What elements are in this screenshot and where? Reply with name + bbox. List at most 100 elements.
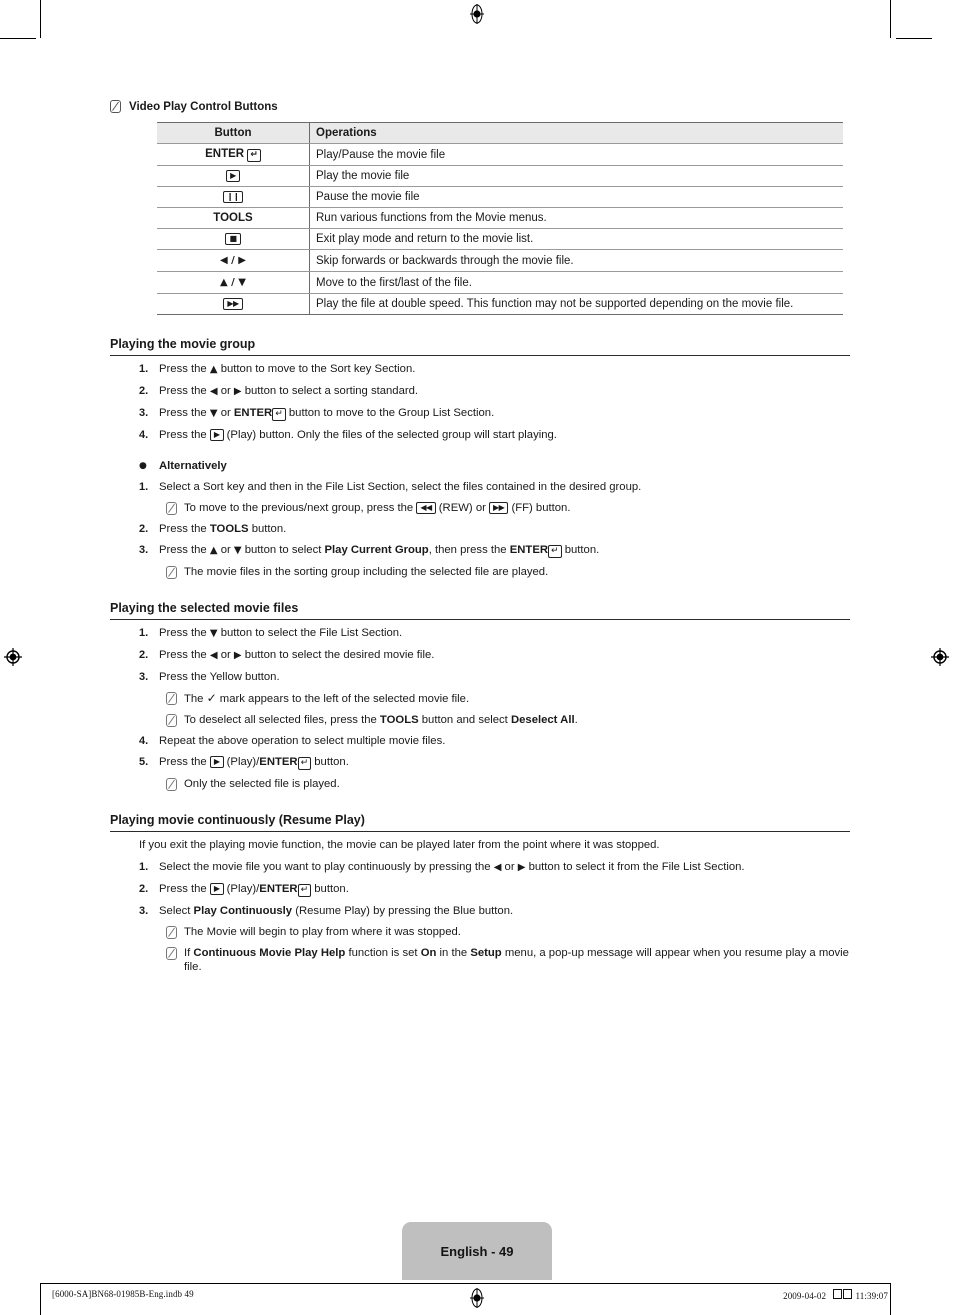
section-heading: Playing the selected movie files bbox=[110, 601, 850, 620]
step-number: 2. bbox=[139, 523, 149, 535]
note-item: To move to the previous/next group, pres… bbox=[110, 501, 850, 515]
table-row: ▲ / ▼ Move to the first/last of the file. bbox=[157, 271, 843, 294]
emphasis-text: Continuous Movie Play Help bbox=[193, 947, 346, 959]
numbered-step: 2. Press the TOOLS button. bbox=[110, 522, 850, 536]
step-text: Press the ▶ (Play)/ENTER ↵ button. bbox=[159, 883, 349, 897]
step-text: Press the ▶ (Play) button. Only the file… bbox=[159, 429, 557, 441]
step-number: 1. bbox=[139, 627, 149, 639]
note-item-text: The ✓ mark appears to the left of the se… bbox=[184, 691, 470, 705]
emphasis-text: Setup bbox=[470, 947, 502, 959]
section-intro-text: If you exit the playing movie function, … bbox=[139, 839, 660, 851]
direction-arrow-icon: ▲ bbox=[209, 545, 218, 556]
step-text: Press the ◀ or ▶ button to select the de… bbox=[159, 649, 435, 661]
footer-timestamp: 2009-04-02 11:39:07 bbox=[783, 1289, 888, 1301]
unrendered-glyph bbox=[843, 1289, 853, 1299]
page-number-label: English - 49 bbox=[440, 1243, 514, 1259]
button-label: ENTER bbox=[205, 148, 245, 160]
cell-button: ■ bbox=[157, 228, 310, 250]
numbered-step: 1. Press the ▼ button to select the File … bbox=[110, 626, 850, 641]
enter-key-icon: ↵ bbox=[272, 408, 286, 421]
step-number: 4. bbox=[139, 735, 149, 747]
note-item-text: The movie files in the sorting group inc… bbox=[184, 566, 549, 578]
enter-key-icon: ↵ bbox=[548, 545, 562, 558]
direction-arrow-icon: ▼ bbox=[233, 545, 242, 556]
footer-date: 2009-04-02 bbox=[783, 1291, 827, 1301]
note-item: Only the selected file is played. bbox=[110, 777, 850, 791]
step-text: Select the movie file you want to play c… bbox=[159, 861, 745, 873]
ff-key-icon: ▶▶ bbox=[223, 298, 243, 310]
note-pencil-icon bbox=[166, 502, 177, 515]
emphasis-text: Play Continuously bbox=[193, 905, 293, 917]
crop-mark-bottom-right bbox=[890, 1283, 891, 1315]
cell-button: ▶▶ bbox=[157, 293, 310, 315]
enter-key-icon: ↵ bbox=[297, 757, 312, 770]
emphasis-text: ENTER bbox=[259, 756, 298, 768]
play-key-icon: ▶ bbox=[209, 429, 224, 441]
numbered-step: 2. Press the ◀ or ▶ button to select a so… bbox=[110, 384, 850, 399]
step-text: Press the ▼ or ENTER ↵ button to move to … bbox=[159, 407, 495, 421]
direction-arrow-icon: ◀ / ▶ bbox=[220, 255, 246, 266]
direction-arrow-icon: ▼ bbox=[209, 628, 218, 639]
cell-button: ◀ / ▶ bbox=[157, 249, 310, 272]
note-item-text: Only the selected file is played. bbox=[184, 778, 340, 790]
note-item-text: The Movie will begin to play from where … bbox=[184, 926, 461, 938]
crop-mark-top-left bbox=[40, 0, 41, 38]
cell-operations: Play the movie file bbox=[309, 165, 843, 187]
note-item-text: To move to the previous/next group, pres… bbox=[184, 502, 571, 514]
note-item-text: To deselect all selected files, press th… bbox=[184, 714, 578, 726]
emphasis-text: ENTER bbox=[509, 544, 549, 556]
footer-time: 11:39:07 bbox=[855, 1291, 888, 1301]
note-pencil-icon bbox=[166, 714, 177, 727]
direction-arrow-icon: ◀ bbox=[493, 862, 502, 873]
step-text: Press the ◀ or ▶ button to select a sort… bbox=[159, 385, 419, 397]
direction-arrow-icon: ▲ bbox=[209, 364, 218, 375]
step-text: Press the ▶ (Play)/ENTER ↵ button. bbox=[159, 756, 349, 770]
note-pencil-icon bbox=[166, 692, 177, 705]
numbered-step: 3. Select Play Continuously (Resume Play)… bbox=[110, 904, 850, 918]
checkmark-icon: ✓ bbox=[206, 691, 217, 705]
numbered-step: 4. Press the ▶ (Play) button. Only the fi… bbox=[110, 428, 850, 442]
step-text: Repeat the above operation to select mul… bbox=[159, 735, 446, 747]
rew-key-icon: ◀◀ bbox=[416, 502, 436, 514]
video-play-control-note: Video Play Control Buttons bbox=[110, 100, 850, 114]
direction-arrow-icon: ◀ bbox=[209, 386, 218, 397]
crop-mark-left bbox=[0, 38, 36, 39]
page-number-tab: English - 49 bbox=[402, 1222, 552, 1280]
step-number: 5. bbox=[139, 756, 149, 768]
direction-arrow-icon: ◀ bbox=[209, 650, 218, 661]
numbered-step: 5. Press the ▶ (Play)/ENTER ↵ button. bbox=[110, 755, 850, 770]
cell-operations: Pause the movie file bbox=[309, 186, 843, 208]
step-number: 2. bbox=[139, 385, 149, 397]
emphasis-text: TOOLS bbox=[379, 714, 419, 726]
step-number: 2. bbox=[139, 649, 149, 661]
note-item: If Continuous Movie Play Help function i… bbox=[110, 946, 850, 974]
cell-operations: Skip forwards or backwards through the m… bbox=[309, 249, 843, 272]
emphasis-text: ENTER bbox=[233, 407, 273, 419]
direction-arrow-icon: ▶ bbox=[233, 386, 242, 397]
cell-button: ▲ / ▼ bbox=[157, 271, 310, 294]
note-pencil-icon bbox=[110, 100, 121, 113]
numbered-step: 1. Press the ▲ button to move to the Sort… bbox=[110, 362, 850, 377]
step-text: Select Play Continuously (Resume Play) b… bbox=[159, 905, 514, 917]
step-text: Press the TOOLS button. bbox=[159, 523, 287, 535]
step-text: Press the Yellow button. bbox=[159, 671, 280, 683]
bullet-dot-icon: ● bbox=[139, 461, 147, 471]
note-pencil-icon bbox=[166, 566, 177, 579]
note-pencil-icon bbox=[166, 778, 177, 791]
numbered-step: 4. Repeat the above operation to select m… bbox=[110, 734, 850, 748]
table-head: Button Operations bbox=[157, 122, 843, 144]
cell-button: TOOLS bbox=[157, 207, 310, 229]
crop-mark-right bbox=[896, 38, 932, 39]
note-pencil-icon bbox=[166, 926, 177, 939]
emphasis-text: TOOLS bbox=[209, 523, 249, 535]
sections-root: Playing the movie group 1. Press the ▲ but… bbox=[110, 337, 850, 974]
direction-arrow-icon: ▲ / ▼ bbox=[220, 277, 246, 288]
step-number: 1. bbox=[139, 363, 149, 375]
step-number: 3. bbox=[139, 905, 149, 917]
table-body: ENTER ↵ Play/Pause the movie file ▶ Play th… bbox=[157, 143, 843, 315]
numbered-step: 3. Press the ▲ or ▼ button to select Play… bbox=[110, 543, 850, 558]
numbered-step: 2. Press the ◀ or ▶ button to select the … bbox=[110, 648, 850, 663]
table-row: TOOLS Run various functions from the Movi… bbox=[157, 207, 843, 229]
emphasis-text: On bbox=[420, 947, 437, 959]
